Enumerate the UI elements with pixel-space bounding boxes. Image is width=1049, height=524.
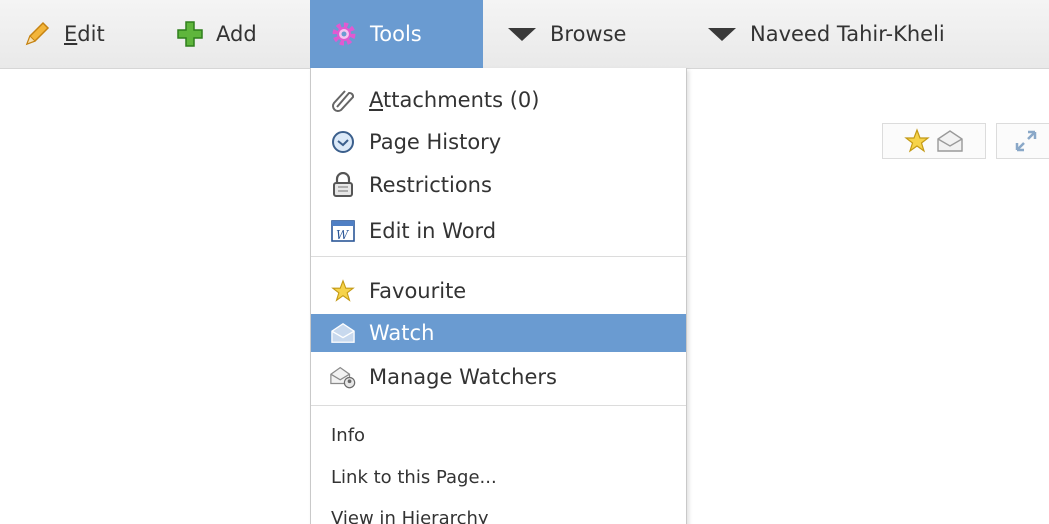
paperclip-icon [329,87,357,113]
expand-button[interactable] [996,123,1049,159]
word-icon: W [329,218,357,244]
menu-separator [311,256,686,257]
add-menu-label: Add [216,22,257,46]
pencil-icon [22,19,52,49]
menu-item-manage-watchers[interactable]: Manage Watchers [311,360,686,394]
menu-item-favourite[interactable]: Favourite [311,274,686,308]
menu-item-label: View in Hierarchy [331,507,489,524]
add-menu-button[interactable]: Add [176,0,257,68]
edit-menu-label: Edit [64,22,105,46]
menu-item-label: Info [331,424,366,446]
svg-text:W: W [336,228,350,242]
menu-bar: Edit Add Tools Browse Naveed Tahir-Kheli [0,0,1049,69]
page: Edit Add Tools Browse Naveed Tahir-Kheli… [0,0,1049,524]
star-icon[interactable] [903,127,931,155]
triangle-down-icon [706,25,738,43]
browse-menu-button[interactable]: Browse [506,0,626,68]
edit-menu-button[interactable]: Edit [22,0,105,68]
user-menu-button[interactable]: Naveed Tahir-Kheli [706,0,945,68]
menu-item-label: Edit in Word [369,219,497,243]
watchers-icon [329,364,357,390]
tools-menu-button[interactable]: Tools [310,0,483,68]
lock-icon [329,172,357,198]
menu-item-label: Watch [369,321,435,345]
menu-item-label: Link to this Page... [331,466,497,488]
menu-item-info[interactable]: Info [311,418,686,452]
favourite-watch-group [882,123,986,159]
menu-item-link-to-page[interactable]: Link to this Page... [311,460,686,494]
menu-item-restrictions[interactable]: Restrictions [311,168,686,202]
menu-item-label: Restrictions [369,173,492,197]
menu-item-label: Manage Watchers [369,365,557,389]
browse-menu-label: Browse [550,22,627,46]
envelope-icon [329,321,357,345]
menu-item-label: Favourite [369,279,467,303]
expand-icon [1013,128,1039,154]
clock-icon [329,129,357,155]
menu-item-label: Page History [369,130,502,154]
menu-item-label: Attachments (0) [369,88,540,112]
tools-dropdown-menu: Attachments (0) Page History Restriction… [310,68,687,524]
gear-icon [330,20,358,48]
menu-item-attachments[interactable]: Attachments (0) [311,83,686,117]
tools-menu-label: Tools [370,22,422,46]
menu-item-page-history[interactable]: Page History [311,125,686,159]
menu-item-watch[interactable]: Watch [311,314,686,352]
triangle-down-icon [506,25,538,43]
star-icon [329,278,357,304]
menu-item-edit-in-word[interactable]: W Edit in Word [311,214,686,248]
plus-icon [176,20,204,48]
user-menu-label: Naveed Tahir-Kheli [750,22,945,46]
envelope-icon[interactable] [935,128,965,154]
menu-separator [311,405,686,406]
menu-item-view-in-hierarchy[interactable]: View in Hierarchy [311,501,686,524]
